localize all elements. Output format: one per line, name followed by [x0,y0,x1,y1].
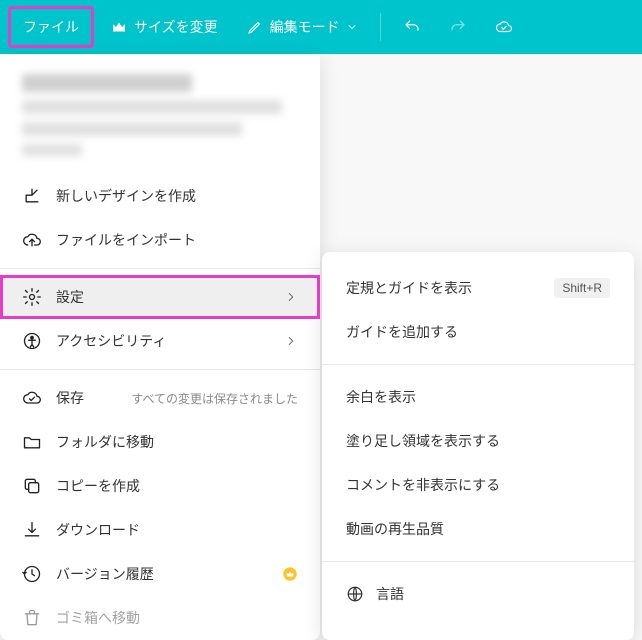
save-status: すべての変更は保存されました [98,390,298,407]
submenu-video-quality[interactable]: 動画の再生品質 [322,507,634,551]
show-bleed-label: 塗り足し領域を表示する [346,431,500,451]
show-margin-label: 余白を表示 [346,387,416,407]
copy-icon [22,476,42,496]
edit-mode-label: 編集モード [270,17,340,37]
settings-submenu: 定規とガイドを表示 Shift+R ガイドを追加する 余白を表示 塗り足し領域を… [322,252,634,640]
undo-icon [403,18,421,36]
menu-download[interactable]: ダウンロード [0,508,320,552]
submenu-separator [322,364,634,365]
video-quality-label: 動画の再生品質 [346,519,444,539]
menu-save[interactable]: 保存 すべての変更は保存されました [0,376,320,420]
file-label: ファイル [23,17,79,37]
redo-icon [449,18,467,36]
menu-trash[interactable]: ゴミ箱へ移動 [0,596,320,640]
redacted-header [0,60,320,174]
edit-mode-button[interactable]: 編集モード [234,9,370,45]
chevron-right-icon [284,290,298,304]
menu-import-label: ファイルをインポート [56,230,298,250]
download-icon [22,520,42,540]
trash-icon [22,608,42,628]
cloud-save-button[interactable] [483,10,525,44]
menu-accessibility[interactable]: アクセシビリティ [0,319,320,363]
crown-badge-icon [282,566,298,582]
show-rulers-shortcut: Shift+R [554,278,610,298]
submenu-separator [322,561,634,562]
toolbar-separator [380,13,381,41]
menu-trash-label: ゴミ箱へ移動 [56,608,298,628]
menu-download-label: ダウンロード [56,520,298,540]
history-icon [22,564,42,584]
accessibility-icon [22,331,42,351]
redo-button[interactable] [437,10,479,44]
menu-version-label: バージョン履歴 [56,564,268,584]
add-guide-label: ガイドを追加する [346,322,458,342]
menu-settings-label: 設定 [56,287,270,307]
resize-button[interactable]: サイズを変更 [98,9,230,45]
menu-accessibility-label: アクセシビリティ [56,331,270,351]
hide-comments-label: コメントを非表示にする [346,475,500,495]
create-icon [22,186,42,206]
cloud-check-icon [22,388,42,408]
menu-copy-label: コピーを作成 [56,476,298,496]
show-rulers-label: 定規とガイドを表示 [346,278,472,298]
cloud-check-icon [495,18,513,36]
menu-move-folder[interactable]: フォルダに移動 [0,420,320,464]
gear-icon [22,287,42,307]
submenu-language[interactable]: 言語 [322,572,634,616]
crown-icon [110,18,128,36]
cloud-upload-icon [22,230,42,250]
menu-copy[interactable]: コピーを作成 [0,464,320,508]
submenu-add-guide[interactable]: ガイドを追加する [322,310,634,354]
menu-move-folder-label: フォルダに移動 [56,432,298,452]
submenu-hide-comments[interactable]: コメントを非表示にする [322,463,634,507]
language-label: 言語 [376,584,404,604]
globe-icon [346,585,364,603]
menu-version-history[interactable]: バージョン履歴 [0,552,320,596]
file-menu-button[interactable]: ファイル [8,6,94,48]
folder-icon [22,432,42,452]
menu-save-label: 保存 [56,388,84,408]
chevron-down-icon [346,18,358,36]
menu-import-file[interactable]: ファイルをインポート [0,218,320,262]
chevron-right-icon [284,334,298,348]
file-menu: 新しいデザインを作成 ファイルをインポート 設定 アクセシビリティ 保存 すべて… [0,54,320,640]
pencil-icon [246,18,264,36]
submenu-show-rulers[interactable]: 定規とガイドを表示 Shift+R [322,266,634,310]
menu-settings[interactable]: 設定 [0,275,320,319]
menu-separator [0,268,320,269]
menu-separator [0,369,320,370]
toolbar: ファイル サイズを変更 編集モード [0,0,642,54]
submenu-show-margin[interactable]: 余白を表示 [322,375,634,419]
resize-label: サイズを変更 [134,17,218,37]
undo-button[interactable] [391,10,433,44]
panels: 新しいデザインを作成 ファイルをインポート 設定 アクセシビリティ 保存 すべて… [0,54,642,640]
menu-create-design[interactable]: 新しいデザインを作成 [0,174,320,218]
submenu-show-bleed[interactable]: 塗り足し領域を表示する [322,419,634,463]
menu-create-label: 新しいデザインを作成 [56,186,298,206]
